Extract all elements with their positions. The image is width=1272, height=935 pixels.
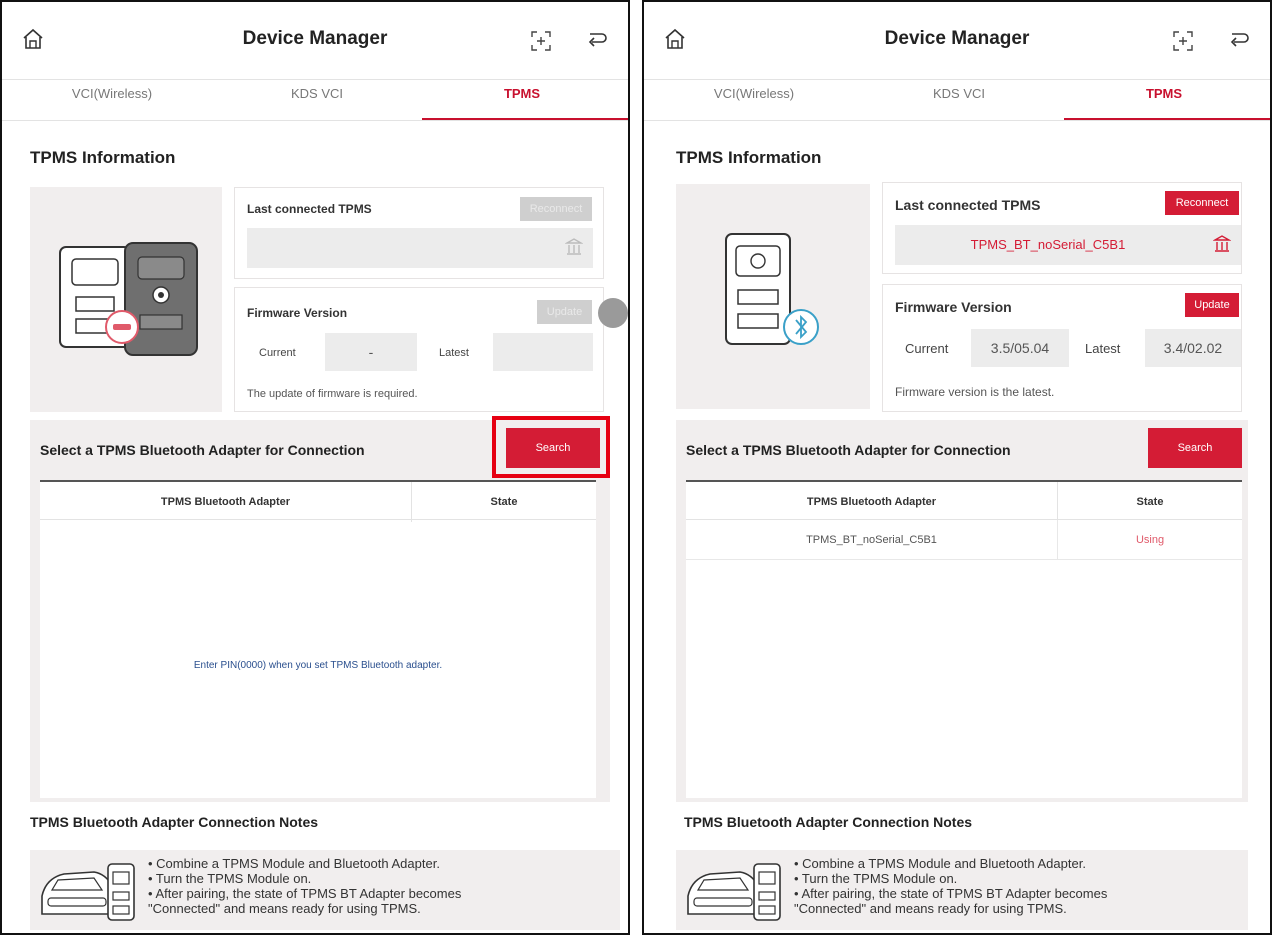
back-icon[interactable] — [586, 28, 608, 50]
last-connected-field: TPMS_BT_noSerial_C5B1 — [895, 225, 1241, 265]
last-connected-device-name: TPMS_BT_noSerial_C5B1 — [970, 237, 1126, 252]
connection-notes-section: • Combine a TPMS Module and Bluetooth Ad… — [676, 850, 1248, 930]
column-adapter: TPMS Bluetooth Adapter — [686, 482, 1058, 522]
firmware-card: Firmware Version Update Current - Latest… — [234, 287, 604, 412]
connection-notes-section: • Combine a TPMS Module and Bluetooth Ad… — [30, 850, 620, 930]
connection-notes-list: • Combine a TPMS Module and Bluetooth Ad… — [794, 856, 1107, 916]
current-version-value: 3.5/05.04 — [971, 329, 1069, 367]
firmware-title: Firmware Version — [247, 306, 348, 320]
car-adapter-illustration — [687, 863, 781, 921]
tab-tpms[interactable]: TPMS — [422, 80, 628, 120]
note-line: • Combine a TPMS Module and Bluetooth Ad… — [148, 856, 440, 871]
delete-icon[interactable] — [565, 238, 583, 256]
app-header: Device Manager — [644, 2, 1270, 80]
current-label: Current — [905, 341, 949, 356]
last-connected-title: Last connected TPMS — [895, 197, 1041, 213]
car-adapter-illustration — [41, 863, 135, 921]
last-connected-field — [247, 228, 593, 268]
note-line: "Connected" and means ready for using TP… — [148, 901, 421, 916]
tab-vci-wireless[interactable]: VCI(Wireless) — [654, 80, 854, 120]
current-label: Current — [259, 347, 296, 359]
note-line: "Connected" and means ready for using TP… — [794, 901, 1067, 916]
device-manager-panel-before: Device Manager VCI(Wireless) KDS VCI TPM… — [0, 0, 630, 935]
tpms-device-image — [30, 187, 222, 412]
table-header: TPMS Bluetooth Adapter State — [40, 480, 596, 522]
current-version-value: - — [325, 333, 417, 371]
device-manager-panel-after: Device Manager VCI(Wireless) KDS VCI TPM… — [642, 0, 1272, 935]
latest-version-value — [493, 333, 593, 371]
firmware-status-message: The update of firmware is required. — [247, 388, 418, 400]
note-line: • Turn the TPMS Module on. — [148, 871, 312, 886]
table-header: TPMS Bluetooth Adapter State — [686, 480, 1242, 522]
tpms-module-illustration — [59, 242, 198, 356]
tab-bar: VCI(Wireless) KDS VCI TPMS — [2, 80, 628, 120]
connection-notes-title: TPMS Bluetooth Adapter Connection Notes — [30, 814, 319, 830]
last-connected-card: Last connected TPMS Reconnect TPMS_BT_no… — [882, 182, 1242, 274]
adapter-selection-title: Select a TPMS Bluetooth Adapter for Conn… — [40, 442, 365, 458]
adapter-table: TPMS Bluetooth Adapter State TPMS_BT_noS… — [686, 480, 1242, 798]
column-adapter: TPMS Bluetooth Adapter — [40, 482, 412, 522]
connection-notes-list: • Combine a TPMS Module and Bluetooth Ad… — [148, 856, 461, 916]
firmware-card: Firmware Version Update Current 3.5/05.0… — [882, 284, 1242, 412]
divider — [644, 120, 1270, 121]
scan-icon[interactable] — [530, 30, 552, 52]
tab-bar: VCI(Wireless) KDS VCI TPMS — [644, 80, 1270, 120]
note-line: • After pairing, the state of TPMS BT Ad… — [794, 886, 1108, 901]
last-connected-title: Last connected TPMS — [247, 202, 372, 216]
tab-kds-vci[interactable]: KDS VCI — [859, 80, 1059, 120]
adapter-selection-section: Select a TPMS Bluetooth Adapter for Conn… — [30, 416, 610, 802]
tpms-information-heading: TPMS Information — [676, 148, 822, 167]
firmware-title: Firmware Version — [895, 299, 1012, 315]
column-state: State — [1136, 496, 1164, 508]
app-header: Device Manager — [2, 2, 628, 80]
scan-icon[interactable] — [1172, 30, 1194, 52]
adapter-state-cell: Using — [1135, 534, 1165, 546]
divider — [2, 120, 628, 121]
reconnect-button[interactable]: Reconnect — [1165, 191, 1239, 215]
firmware-status-message: Firmware version is the latest. — [895, 385, 1055, 399]
note-line: • After pairing, the state of TPMS BT Ad… — [148, 886, 462, 901]
back-icon[interactable] — [1228, 28, 1250, 50]
last-connected-card: Last connected TPMS Reconnect — [234, 187, 604, 279]
tpms-information-heading: TPMS Information — [30, 148, 176, 167]
latest-label: Latest — [439, 347, 469, 359]
note-line: • Combine a TPMS Module and Bluetooth Ad… — [794, 856, 1086, 871]
adapter-selection-title: Select a TPMS Bluetooth Adapter for Conn… — [686, 442, 1011, 458]
tpms-device-image — [676, 184, 870, 409]
adapter-selection-section: Select a TPMS Bluetooth Adapter for Conn… — [676, 420, 1248, 802]
update-button[interactable]: Update — [537, 300, 592, 324]
latest-version-value: 3.4/02.02 — [1145, 329, 1241, 367]
connection-notes-title: TPMS Bluetooth Adapter Connection Notes — [684, 814, 973, 830]
scroll-handle[interactable] — [598, 298, 628, 328]
adapter-table: TPMS Bluetooth Adapter State Enter PIN(0… — [40, 480, 596, 798]
search-button-highlight — [492, 416, 610, 478]
update-button[interactable]: Update — [1185, 293, 1239, 317]
tab-vci-wireless[interactable]: VCI(Wireless) — [12, 80, 212, 120]
reconnect-button[interactable]: Reconnect — [520, 197, 592, 221]
note-line: • Turn the TPMS Module on. — [794, 871, 958, 886]
search-button[interactable]: Search — [1148, 428, 1242, 468]
table-row[interactable]: TPMS_BT_noSerial_C5B1 Using — [686, 520, 1242, 560]
tab-kds-vci[interactable]: KDS VCI — [217, 80, 417, 120]
tab-tpms[interactable]: TPMS — [1064, 80, 1270, 120]
delete-icon[interactable] — [1213, 235, 1231, 253]
tpms-module-illustration — [725, 233, 819, 345]
column-state: State — [490, 496, 518, 508]
adapter-name-cell: TPMS_BT_noSerial_C5B1 — [686, 520, 1058, 560]
empty-table-message: Enter PIN(0000) when you set TPMS Blueto… — [193, 660, 443, 671]
latest-label: Latest — [1085, 341, 1121, 356]
